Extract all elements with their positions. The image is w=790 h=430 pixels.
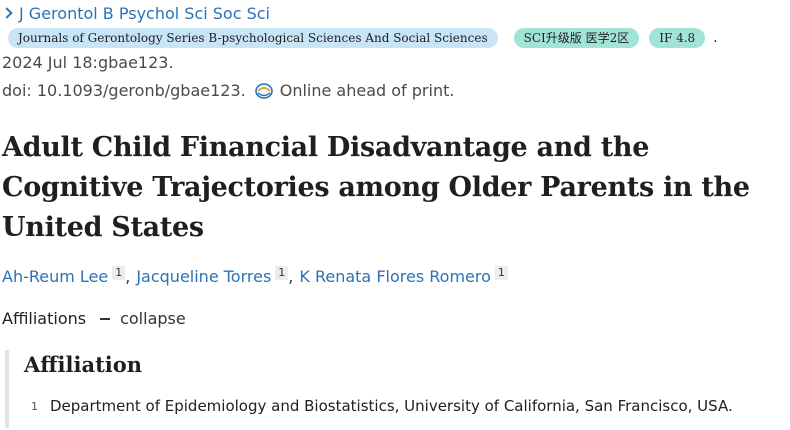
author-link[interactable]: Jacqueline Torres: [136, 267, 271, 286]
impact-factor-badge[interactable]: IF 4.8: [649, 28, 706, 48]
doi-line: doi: 10.1093/geronb/gbae123. Online ahea…: [2, 81, 454, 100]
author-link[interactable]: K Renata Flores Romero: [299, 267, 491, 286]
online-ahead-icon: [254, 82, 274, 100]
doi-text: doi: 10.1093/geronb/gbae123.: [2, 81, 246, 100]
chevron-right-icon[interactable]: [1, 7, 13, 19]
affiliation-item: 1 Department of Epidemiology and Biostat…: [31, 397, 733, 415]
journal-full-name-badge[interactable]: Journals of Gerontology Series B-psychol…: [8, 28, 498, 48]
affiliation-number: 1: [31, 399, 38, 413]
publication-date: 2024 Jul 18:gbae123.: [2, 53, 174, 72]
affiliation-heading: Affiliation: [24, 352, 143, 377]
author-separator: ,: [288, 267, 294, 286]
article-title: Adult Child Financial Disadvantage and t…: [2, 132, 750, 243]
author-separator: ,: [125, 267, 131, 286]
affiliations-label[interactable]: Affiliations: [2, 309, 86, 328]
collapse-label: collapse: [120, 309, 186, 328]
minus-icon: [100, 317, 111, 320]
affiliation-text: Department of Epidemiology and Biostatis…: [50, 397, 733, 415]
trailing-period: .: [713, 30, 718, 46]
author-affil-ref[interactable]: 1: [494, 265, 508, 280]
author-list: Ah-Reum Lee 1 , Jacqueline Torres 1 , K …: [2, 265, 508, 286]
author-affil-ref[interactable]: 1: [275, 265, 289, 280]
journal-row: J Gerontol B Psychol Sci Soc Sci: [0, 2, 270, 24]
affiliations-panel: Affiliation 1 Department of Epidemiology…: [5, 350, 779, 428]
sci-rank-badge[interactable]: SCI升级版 医学2区: [513, 28, 640, 48]
collapse-button[interactable]: collapse: [100, 309, 186, 328]
affiliations-toggle-row: Affiliations collapse: [2, 309, 186, 328]
author-affil-ref[interactable]: 1: [112, 265, 126, 280]
online-status: Online ahead of print.: [279, 81, 455, 100]
journal-abbrev-link[interactable]: J Gerontol B Psychol Sci Soc Sci: [19, 4, 270, 23]
journal-badges: Journals of Gerontology Series B-psychol…: [8, 27, 718, 49]
author-link[interactable]: Ah-Reum Lee: [2, 267, 108, 286]
